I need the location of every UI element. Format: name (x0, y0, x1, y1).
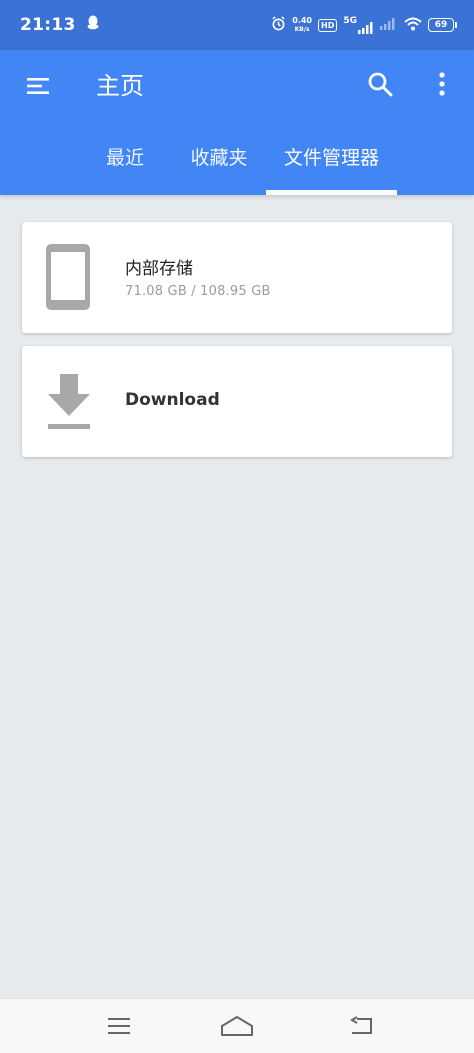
back-icon (350, 1016, 372, 1034)
more-options-button[interactable] (426, 66, 458, 102)
tab-file-manager[interactable]: 文件管理器 (266, 138, 397, 195)
signal-5g: 5G (343, 16, 374, 34)
storage-title: 内部存储 (125, 259, 193, 279)
tab-indicator (266, 190, 397, 195)
status-right: 0.40 KB/s HD 5G 69 (271, 16, 457, 34)
toolbar: 主页 (0, 50, 474, 122)
hd-badge: HD (318, 18, 338, 32)
menu-icon (27, 78, 49, 94)
tab-favorites[interactable]: 收藏夹 (178, 138, 260, 195)
net-speed-unit: KB/s (294, 26, 310, 33)
nav-back-button[interactable] (342, 1011, 382, 1041)
nav-home-button[interactable] (217, 1011, 257, 1041)
search-icon (368, 72, 393, 97)
tab-bar: 最近 收藏夹 文件管理器 (0, 138, 474, 195)
nav-recents-button[interactable] (99, 1011, 139, 1041)
tab-recent[interactable]: 最近 (85, 138, 165, 195)
storage-card-download[interactable]: Download (22, 346, 452, 457)
menu-lines-icon (108, 1018, 130, 1034)
status-time: 21:13 (20, 15, 76, 35)
storage-usage: 71.08 GB / 108.95 GB (125, 284, 271, 299)
net-speed: 0.40 KB/s (292, 16, 312, 34)
network-type: 5G (343, 16, 357, 26)
status-bar: 21:13 0.40 KB/s HD 5G 69 (0, 0, 474, 50)
storage-card-internal[interactable]: 内部存储 71.08 GB / 108.95 GB (22, 222, 452, 333)
system-nav-bar (0, 998, 474, 1053)
signal-bars-weak-icon (380, 17, 398, 33)
search-button[interactable] (362, 66, 398, 102)
wifi-icon (404, 17, 422, 34)
menu-button[interactable] (20, 68, 56, 104)
download-title: Download (125, 390, 220, 410)
qq-notification-icon (86, 15, 100, 35)
phone-icon (46, 244, 90, 310)
status-left: 21:13 (20, 15, 100, 35)
signal-bars-icon (358, 22, 373, 34)
battery-level: 69 (434, 20, 448, 30)
battery-indicator: 69 (428, 18, 457, 32)
page-title: 主页 (96, 72, 144, 100)
download-icon (48, 374, 90, 429)
alarm-icon (271, 16, 286, 34)
home-icon (221, 1016, 253, 1036)
net-speed-value: 0.40 (292, 16, 312, 25)
app-bar: 主页 最近 收藏夹 文件管理器 (0, 50, 474, 195)
more-vert-icon (439, 72, 445, 96)
